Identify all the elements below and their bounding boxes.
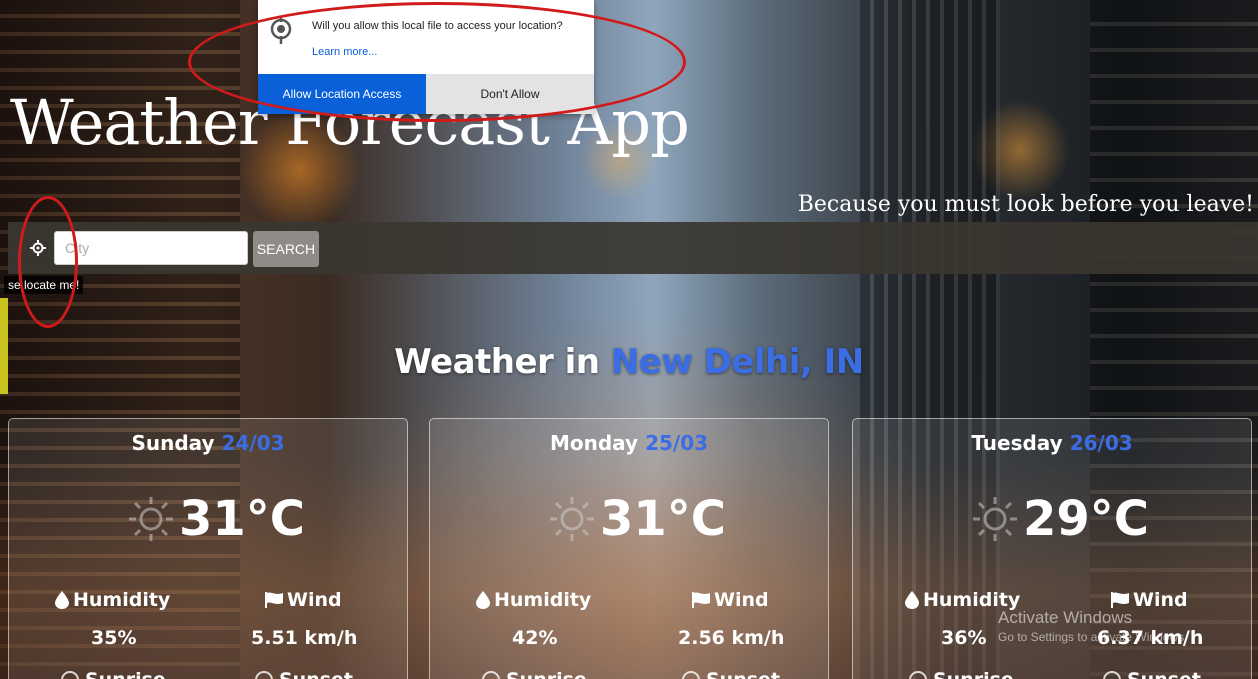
sunrise-icon (909, 671, 927, 679)
locate-me-button[interactable] (26, 236, 50, 260)
card-day: Sunday (131, 431, 215, 455)
location-pin-icon (270, 18, 292, 44)
card-day-line: Tuesday 26/03 (853, 431, 1251, 455)
sunset-icon (682, 671, 700, 679)
droplet-icon (905, 591, 919, 609)
sunrise-label: Sunrise (482, 669, 587, 679)
wind-value: 5.51 km/h (251, 627, 358, 649)
card-day-line: Monday 25/03 (430, 431, 828, 455)
permission-message: Will you allow this local file to access… (312, 20, 563, 32)
humidity-value: 36% (941, 627, 987, 649)
city-search-input[interactable] (54, 231, 248, 265)
crosshair-icon (30, 240, 46, 256)
card-day: Tuesday (971, 431, 1063, 455)
app-tagline: Because you must look before you leave! (797, 192, 1254, 217)
wind-label: Wind (265, 589, 342, 611)
sunrise-icon (61, 671, 79, 679)
sunrise-label: Sunrise (61, 669, 166, 679)
card-date: 24/03 (221, 431, 285, 455)
wind-value: 2.56 km/h (678, 627, 785, 649)
humidity-value: 35% (91, 627, 137, 649)
card-day: Monday (549, 431, 639, 455)
sunrise-icon (482, 671, 500, 679)
forecast-card: Monday 25/03 31°C Humidity Wind 42% 2.56… (429, 418, 829, 679)
headline-prefix: Weather in (394, 342, 611, 382)
card-day-line: Sunday 24/03 (9, 431, 407, 455)
humidity-label: Humidity (55, 589, 170, 611)
activate-windows-watermark: Activate Windows Go to Settings to activ… (998, 608, 1188, 644)
locate-tooltip: se locate me! (4, 276, 84, 294)
learn-more-link[interactable]: Learn more... (312, 46, 377, 58)
location-permission-popup: Will you allow this local file to access… (258, 0, 594, 114)
allow-location-button[interactable]: Allow Location Access (258, 74, 426, 114)
dont-allow-button[interactable]: Don't Allow (426, 74, 594, 114)
headline-location: New Delhi, IN (610, 342, 864, 382)
droplet-icon (55, 591, 69, 609)
search-button[interactable]: SEARCH (253, 231, 319, 267)
sunset-icon (255, 671, 273, 679)
card-temperature: 31°C (599, 491, 727, 547)
card-temperature: 29°C (1022, 491, 1150, 547)
flag-icon (265, 592, 283, 608)
search-bar: SEARCH (8, 222, 1258, 274)
humidity-value: 42% (512, 627, 558, 649)
humidity-label: Humidity (476, 589, 591, 611)
sunset-label: Sunset (255, 669, 353, 679)
forecast-card: Sunday 24/03 31°C Humidity Wind 35% 5.51… (8, 418, 408, 679)
droplet-icon (476, 591, 490, 609)
sunset-label: Sunset (682, 669, 780, 679)
flag-icon (692, 592, 710, 608)
card-date: 26/03 (1069, 431, 1133, 455)
weather-headline: Weather in New Delhi, IN (0, 342, 1258, 382)
card-date: 25/03 (645, 431, 709, 455)
wind-label: Wind (692, 589, 769, 611)
sunset-icon (1103, 671, 1121, 679)
sunset-label: Sunset (1103, 669, 1201, 679)
flag-icon (1111, 592, 1129, 608)
card-temperature: 31°C (178, 491, 306, 547)
sunrise-label: Sunrise (909, 669, 1014, 679)
